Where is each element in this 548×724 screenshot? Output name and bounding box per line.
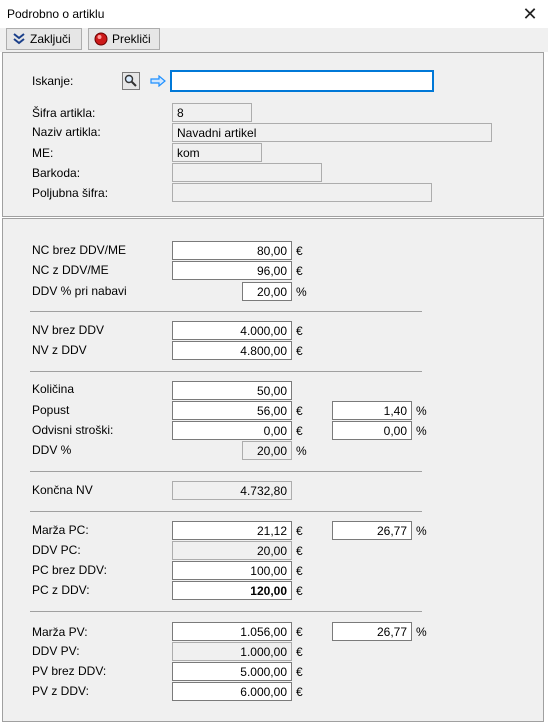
discount-unit: € bbox=[296, 404, 303, 418]
article-name-label: Naziv artikla: bbox=[32, 125, 101, 139]
discount-pct-unit: % bbox=[416, 404, 427, 418]
quantity-vat-unit: % bbox=[296, 444, 307, 458]
discount-input[interactable]: 56,00 bbox=[172, 401, 292, 420]
margin-pv-pct-unit: % bbox=[416, 625, 427, 639]
final-nv-field: 4.732,80 bbox=[172, 481, 292, 500]
custom-code-field bbox=[172, 183, 432, 202]
divider bbox=[30, 611, 422, 612]
cancel-button[interactable]: Prekliči bbox=[88, 28, 160, 50]
nv-net-label: NV brez DDV bbox=[32, 323, 105, 337]
nc-gross-input[interactable]: 96,00 bbox=[172, 261, 292, 280]
vat-pv-field: 1.000,00 bbox=[172, 642, 292, 661]
nc-gross-unit: € bbox=[296, 264, 303, 278]
nc-net-unit: € bbox=[296, 244, 303, 258]
toolbar bbox=[0, 28, 548, 52]
stop-icon bbox=[94, 32, 108, 46]
pc-net-input[interactable]: 100,00 bbox=[172, 561, 292, 580]
final-nv-label: Končna NV bbox=[32, 483, 93, 497]
margin-pc-input[interactable]: 21,12 bbox=[172, 521, 292, 540]
pv-net-unit: € bbox=[296, 665, 303, 679]
pc-gross-label: PC z DDV: bbox=[32, 583, 90, 597]
discount-label: Popust bbox=[32, 403, 70, 417]
quantity-vat-label: DDV % bbox=[32, 443, 72, 457]
divider bbox=[30, 311, 422, 312]
divider bbox=[30, 471, 422, 472]
nv-net-input[interactable]: 4.000,00 bbox=[172, 321, 292, 340]
margin-pc-pct-input[interactable]: 26,77 bbox=[332, 521, 412, 540]
quantity-label: Količina bbox=[32, 382, 75, 396]
search-label: Iskanje: bbox=[32, 74, 74, 88]
pc-net-label: PC brez DDV: bbox=[32, 563, 107, 577]
costs-input[interactable]: 0,00 bbox=[172, 421, 292, 440]
margin-pv-input[interactable]: 1.056,00 bbox=[172, 622, 292, 641]
divider bbox=[30, 511, 422, 512]
pv-gross-label: PV z DDV: bbox=[32, 684, 89, 698]
pc-net-unit: € bbox=[296, 564, 303, 578]
pc-gross-input[interactable]: 120,00 bbox=[172, 581, 292, 600]
nc-gross-label: NC z DDV/ME bbox=[32, 263, 109, 277]
custom-code-label: Poljubna šifra: bbox=[32, 186, 109, 200]
vat-pc-field: 20,00 bbox=[172, 541, 292, 560]
divider bbox=[30, 371, 422, 372]
margin-pv-label: Marža PV: bbox=[32, 625, 88, 639]
search-button[interactable] bbox=[122, 72, 140, 90]
arrow-right-icon bbox=[150, 74, 166, 90]
cancel-button-label: Prekliči bbox=[112, 32, 151, 46]
purchase-vat-label: DDV % pri nabavi bbox=[32, 284, 127, 298]
barcode-label: Barkoda: bbox=[32, 166, 81, 180]
discount-pct-input[interactable]: 1,40 bbox=[332, 401, 412, 420]
nc-net-label: NC brez DDV/ME bbox=[32, 243, 127, 257]
nv-gross-unit: € bbox=[296, 344, 303, 358]
margin-pc-unit: € bbox=[296, 524, 303, 538]
barcode-field bbox=[172, 163, 322, 182]
margin-pv-pct-input[interactable]: 26,77 bbox=[332, 622, 412, 641]
nc-net-input[interactable]: 80,00 bbox=[172, 241, 292, 260]
margin-pv-unit: € bbox=[296, 625, 303, 639]
margin-pc-label: Marža PC: bbox=[32, 523, 89, 537]
costs-pct-unit: % bbox=[416, 424, 427, 438]
article-code-label: Šifra artikla: bbox=[32, 106, 96, 120]
vat-pc-label: DDV PC: bbox=[32, 543, 81, 557]
double-chevron-down-icon bbox=[13, 33, 25, 45]
pv-net-label: PV brez DDV: bbox=[32, 664, 107, 678]
unit-field: kom bbox=[172, 143, 262, 162]
close-button[interactable]: ✕ bbox=[520, 4, 540, 24]
confirm-button[interactable]: Zaključi bbox=[6, 28, 82, 50]
article-code-field: 8 bbox=[172, 103, 252, 122]
pv-gross-unit: € bbox=[296, 685, 303, 699]
article-name-field: Navadni artikel bbox=[172, 123, 492, 142]
pc-gross-unit: € bbox=[296, 584, 303, 598]
close-icon: ✕ bbox=[522, 4, 538, 24]
pv-gross-input[interactable]: 6.000,00 bbox=[172, 682, 292, 701]
vat-pv-unit: € bbox=[296, 645, 303, 659]
unit-label: ME: bbox=[32, 146, 54, 160]
nv-net-unit: € bbox=[296, 324, 303, 338]
costs-label: Odvisni stroški: bbox=[32, 423, 114, 437]
purchase-vat-unit: % bbox=[296, 285, 307, 299]
quantity-vat-field: 20,00 bbox=[242, 441, 292, 460]
quantity-input[interactable]: 50,00 bbox=[172, 381, 292, 400]
vat-pc-unit: € bbox=[296, 544, 303, 558]
nv-gross-label: NV z DDV bbox=[32, 343, 87, 357]
costs-unit: € bbox=[296, 424, 303, 438]
costs-pct-input[interactable]: 0,00 bbox=[332, 421, 412, 440]
confirm-button-label: Zaključi bbox=[30, 32, 71, 46]
nv-gross-input[interactable]: 4.800,00 bbox=[172, 341, 292, 360]
magnifier-icon bbox=[124, 74, 137, 87]
margin-pc-pct-unit: % bbox=[416, 524, 427, 538]
vat-pv-label: DDV PV: bbox=[32, 644, 80, 658]
search-input[interactable] bbox=[170, 70, 434, 92]
pv-net-input[interactable]: 5.000,00 bbox=[172, 662, 292, 681]
purchase-vat-input[interactable]: 20,00 bbox=[242, 282, 292, 301]
window-title: Podrobno o artiklu bbox=[7, 7, 105, 21]
